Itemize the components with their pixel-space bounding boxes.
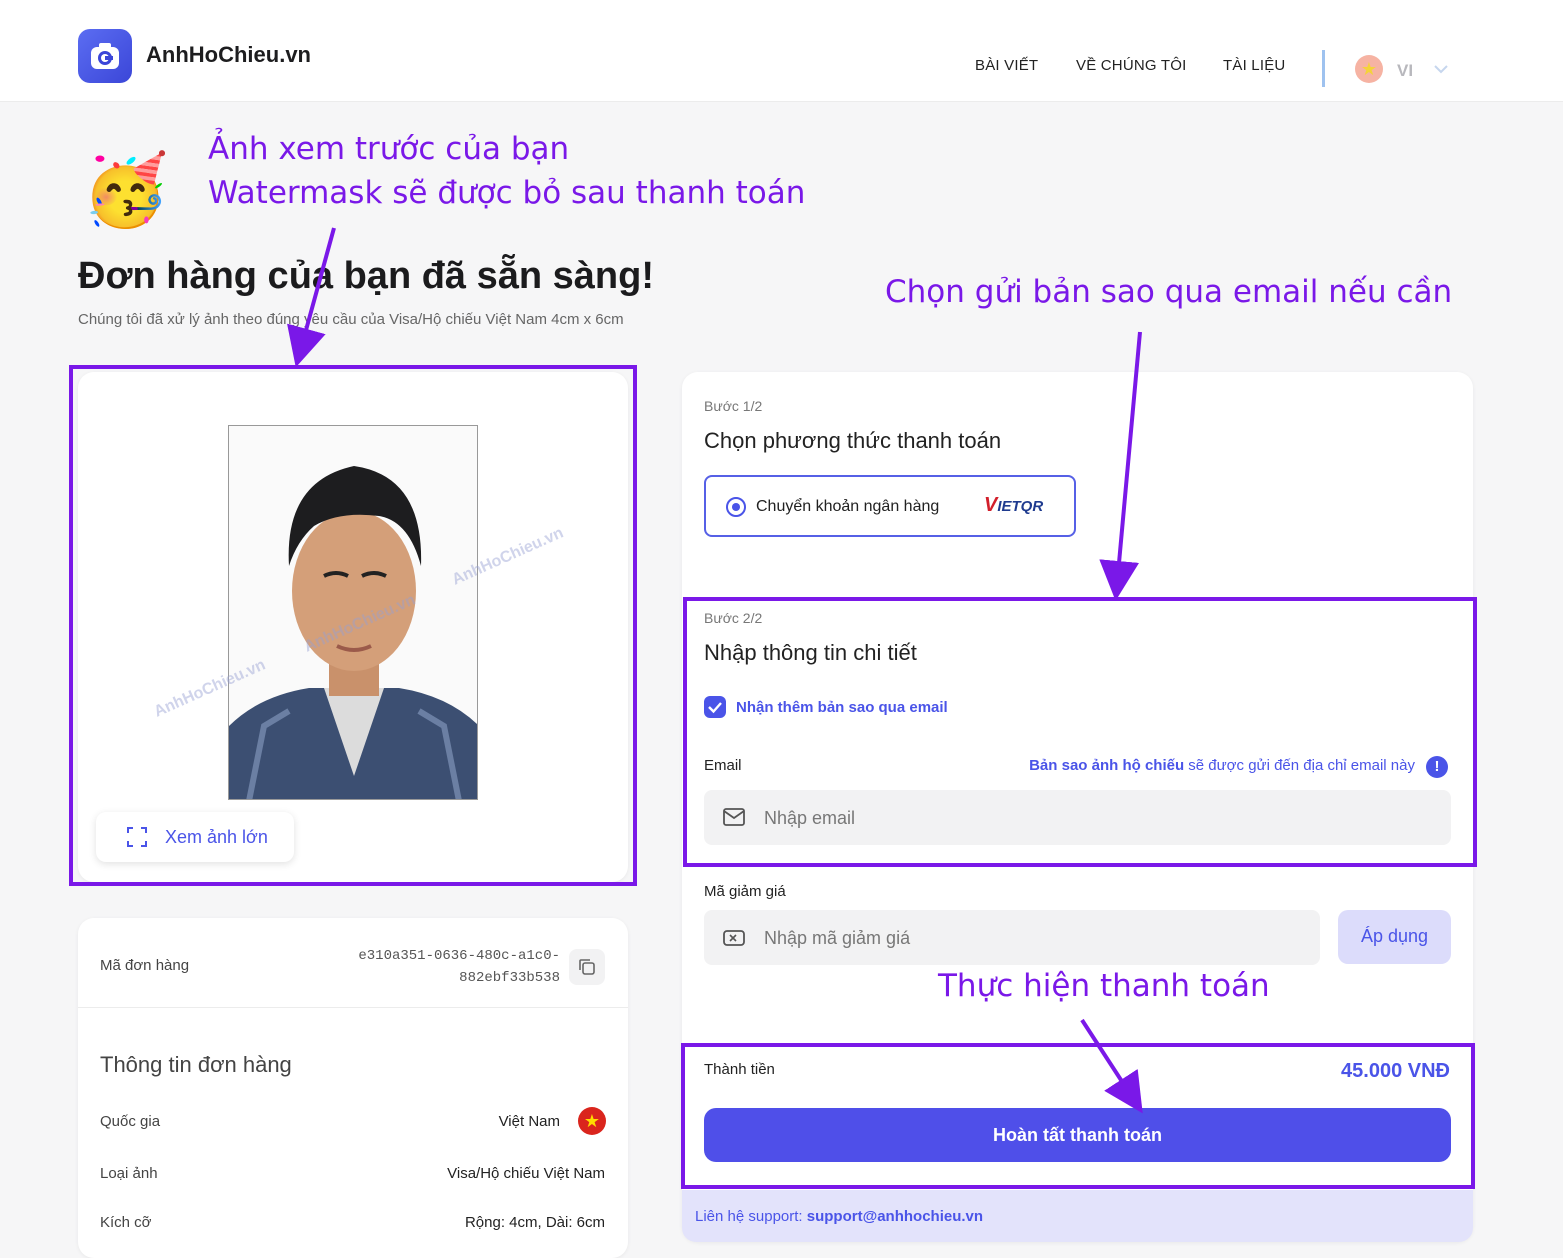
payment-method-label: Chuyển khoản ngân hàng xyxy=(756,498,940,515)
order-info-title: Thông tin đơn hàng xyxy=(100,1052,292,1077)
annotation-pay-hint: Thực hiện thanh toán xyxy=(938,968,1270,1004)
nav-bai-viet[interactable]: BÀI VIẾT xyxy=(975,57,1038,74)
vietqr-logo-v: V xyxy=(984,494,998,516)
email-copy-checkbox[interactable] xyxy=(704,696,726,718)
country-label: Quốc gia xyxy=(100,1113,161,1130)
logo[interactable] xyxy=(78,29,132,83)
complete-payment-label: Hoàn tất thanh toán xyxy=(993,1125,1162,1145)
copy-icon xyxy=(579,959,595,975)
view-large-button[interactable]: Xem ảnh lớn xyxy=(96,812,294,862)
step2-title: Nhập thông tin chi tiết xyxy=(704,640,917,665)
nav-ve-chung-toi[interactable]: VỀ CHÚNG TÔI xyxy=(1076,57,1186,74)
apply-label: Áp dụng xyxy=(1360,926,1429,946)
size-label: Kích cỡ xyxy=(100,1214,152,1231)
email-note-bold: Bản sao ảnh hộ chiếu xyxy=(1029,757,1185,774)
order-id-line2: 882ebf33b538 xyxy=(459,970,560,986)
country-value: Việt Nam xyxy=(498,1113,560,1130)
brand-name[interactable]: AnhHoChieu.vn xyxy=(146,42,311,68)
passport-photo-preview[interactable] xyxy=(228,425,478,800)
email-copy-label[interactable]: Nhận thêm bản sao qua email xyxy=(736,699,948,716)
party-face-icon: 🥳 xyxy=(82,151,170,229)
ticket-icon xyxy=(723,930,745,946)
nav-divider xyxy=(1322,50,1325,87)
camera-logo-icon xyxy=(91,43,119,69)
discount-placeholder: Nhập mã giảm giá xyxy=(764,928,911,948)
vietnam-flag-icon[interactable]: ★ xyxy=(1355,55,1383,83)
email-note: Bản sao ảnh hộ chiếu sẽ được gửi đến địa… xyxy=(900,757,1415,774)
support-bar: Liên hệ support: support@anhhochieu.vn xyxy=(682,1190,1473,1242)
email-input[interactable]: Nhập email xyxy=(704,790,1451,845)
step1-title: Chọn phương thức thanh toán xyxy=(704,428,1002,453)
language-selector[interactable]: VI xyxy=(1397,61,1413,81)
step1-label: Bước 1/2 xyxy=(704,398,763,414)
expand-icon xyxy=(127,827,147,847)
photo-type-value: Visa/Hộ chiếu Việt Nam xyxy=(447,1165,605,1182)
size-value: Rộng: 4cm, Dài: 6cm xyxy=(464,1214,605,1231)
annotation-preview-line1: Ảnh xem trước của bạn xyxy=(208,131,570,167)
photo-type-label: Loại ảnh xyxy=(100,1165,158,1182)
portrait-image xyxy=(229,426,477,799)
check-icon xyxy=(708,702,722,714)
vietqr-logo: VIETQR xyxy=(984,494,1043,517)
discount-input[interactable]: Nhập mã giảm giá xyxy=(704,910,1320,965)
mail-icon xyxy=(723,808,745,826)
support-email-link[interactable]: support@anhhochieu.vn xyxy=(807,1208,983,1225)
nav-tai-lieu[interactable]: TÀI LIỆU xyxy=(1223,57,1285,74)
order-id-line1: e310a351-0636-480c-a1c0- xyxy=(358,948,560,964)
chevron-down-icon[interactable] xyxy=(1432,60,1450,78)
order-id-label: Mã đơn hàng xyxy=(100,957,190,974)
radio-selected[interactable] xyxy=(726,497,746,517)
total-label: Thành tiền xyxy=(704,1061,775,1078)
email-note-rest: sẽ được gửi đến địa chỉ email này xyxy=(1184,757,1415,774)
vietqr-logo-text: IETQR xyxy=(997,498,1044,515)
view-large-label: Xem ảnh lớn xyxy=(165,827,268,847)
payment-option-bank-transfer[interactable]: Chuyển khoản ngân hàng VIETQR xyxy=(704,475,1076,537)
annotation-email-hint: Chọn gửi bản sao qua email nếu cần xyxy=(885,274,1453,310)
info-icon[interactable]: ! xyxy=(1426,756,1448,778)
total-value: 45.000 VNĐ xyxy=(1341,1060,1450,1082)
support-label: Liên hệ support: xyxy=(695,1208,807,1225)
annotation-preview-line2: Watermask sẽ được bỏ sau thanh toán xyxy=(208,175,806,211)
discount-label: Mã giảm giá xyxy=(704,883,786,900)
email-placeholder: Nhập email xyxy=(764,808,856,828)
step2-label: Bước 2/2 xyxy=(704,610,763,626)
site-header: AnhHoChieu.vn BÀI VIẾT VỀ CHÚNG TÔI TÀI … xyxy=(0,0,1563,102)
copy-button[interactable] xyxy=(569,949,605,985)
vietnam-flag-icon: ★ xyxy=(578,1107,606,1135)
complete-payment-button[interactable]: Hoàn tất thanh toán xyxy=(704,1108,1451,1162)
page-title: Đơn hàng của bạn đã sẵn sàng! xyxy=(78,255,654,297)
apply-discount-button[interactable]: Áp dụng xyxy=(1338,910,1451,964)
page-subtitle: Chúng tôi đã xử lý ảnh theo đúng yêu cầu… xyxy=(78,311,624,328)
email-label: Email xyxy=(704,757,742,774)
support-text: Liên hệ support: support@anhhochieu.vn xyxy=(695,1208,983,1225)
divider xyxy=(78,1007,628,1008)
